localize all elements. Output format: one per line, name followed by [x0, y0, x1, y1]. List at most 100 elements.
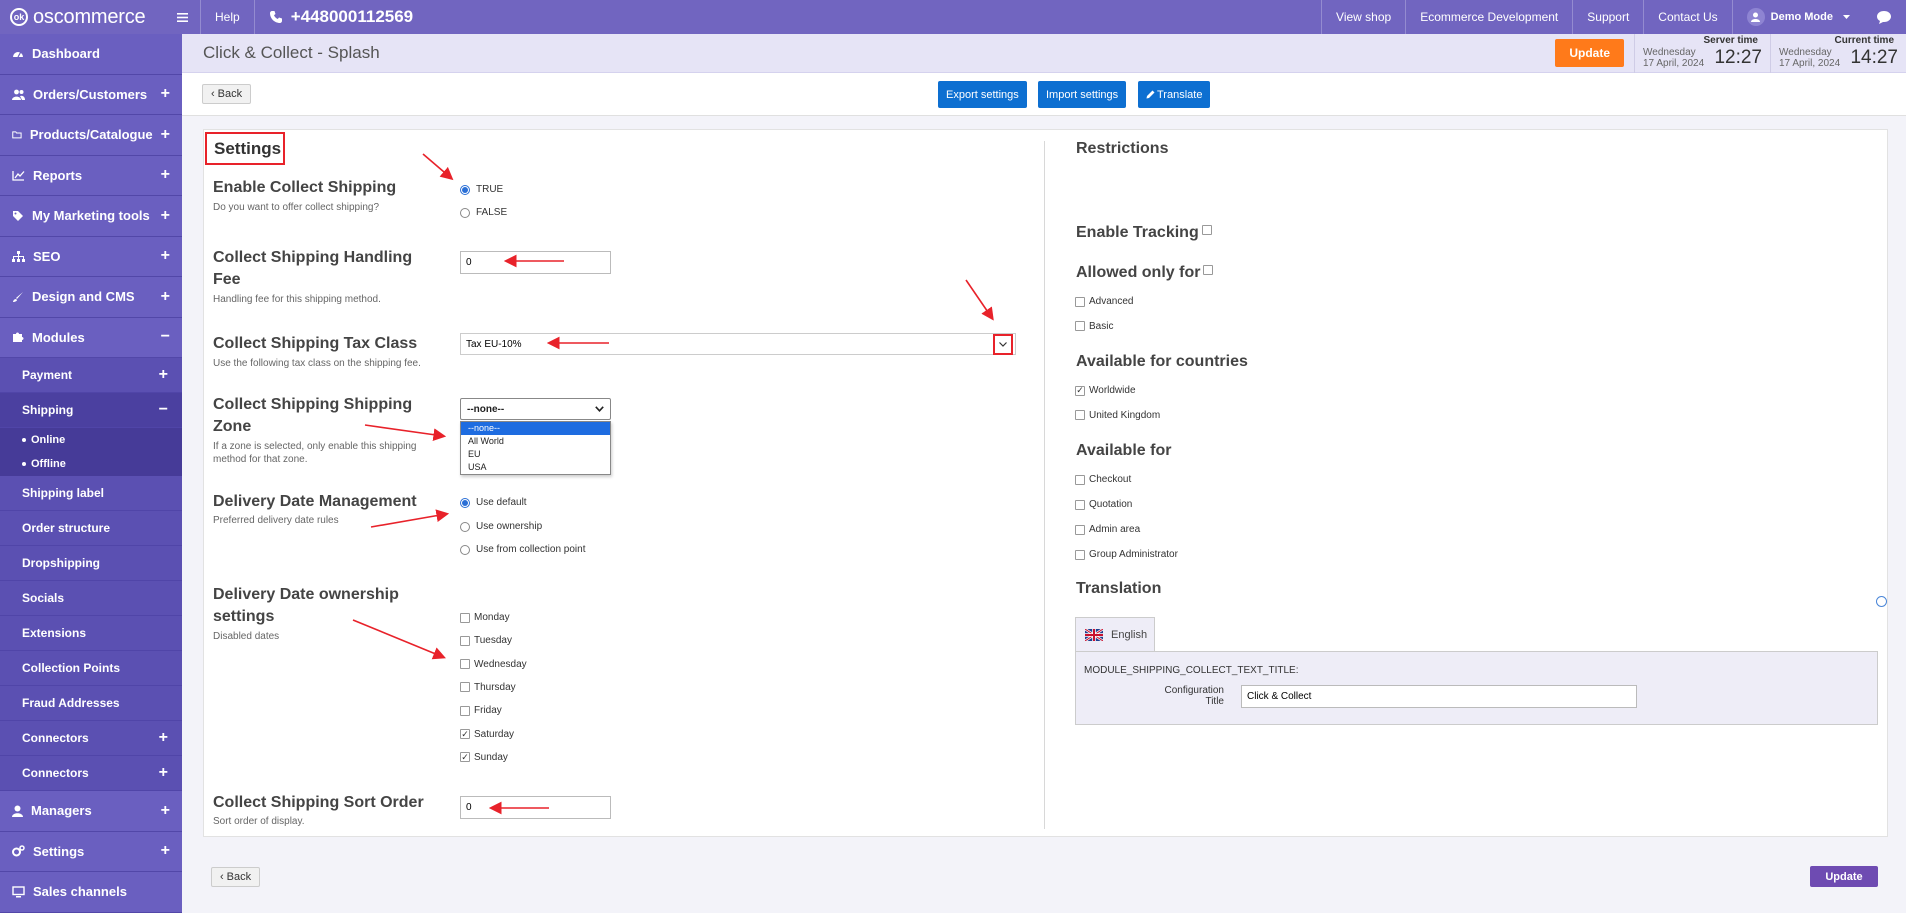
enable-true-option[interactable]: TRUE [460, 184, 503, 195]
update-button-top[interactable]: Update [1555, 39, 1624, 67]
checkbox-row-advanced[interactable]: Advanced [1075, 296, 1133, 307]
sidebar-item-modules[interactable]: Modules − [0, 317, 182, 358]
view-shop-link[interactable]: View shop [1321, 0, 1405, 34]
enable-tracking-label[interactable]: Enable Tracking [1076, 224, 1212, 242]
import-settings-button[interactable]: Import settings [1038, 81, 1127, 108]
expand-icon[interactable]: + [161, 842, 170, 860]
help-link[interactable]: Help [201, 0, 254, 34]
chat-icon[interactable] [1876, 10, 1892, 24]
sidebar-item-orders-customers[interactable]: Orders/Customers + [0, 74, 182, 115]
expand-icon[interactable]: + [161, 288, 170, 306]
worldwide-checkbox[interactable]: ✓ [1075, 385, 1085, 396]
zone-option-eu[interactable]: EU [461, 448, 610, 461]
sidebar-item-collection-points[interactable]: Collection Points [0, 651, 182, 686]
saturday-checkbox[interactable]: ✓ [460, 729, 470, 739]
tuesday-checkbox[interactable] [460, 635, 470, 646]
checkbox-row-group-administrator[interactable]: Group Administrator [1075, 549, 1178, 560]
radio-use-default[interactable] [460, 497, 470, 508]
thursday-checkbox[interactable] [460, 682, 470, 693]
ddm-ownership-option[interactable]: Use ownership [460, 521, 542, 532]
sidebar-item-settings[interactable]: Settings + [0, 831, 182, 872]
sidebar-item-extensions[interactable]: Extensions [0, 616, 182, 651]
expand-icon[interactable]: + [159, 366, 168, 384]
expand-icon[interactable]: + [159, 729, 168, 747]
sort-order-input[interactable]: 0 [460, 796, 611, 819]
checkbox-row-united-kingdom[interactable]: United Kingdom [1075, 410, 1160, 421]
advanced-checkbox[interactable] [1075, 296, 1085, 307]
expand-icon[interactable]: + [161, 247, 170, 265]
shipping-zone-select[interactable]: --none-- [460, 398, 611, 420]
zone-option-usa[interactable]: USA [461, 461, 610, 474]
checkbox-row-admin-area[interactable]: Admin area [1075, 524, 1140, 535]
checkout-checkbox[interactable] [1075, 474, 1085, 485]
checkbox-row-thursday[interactable]: Thursday [460, 682, 516, 693]
sidebar-item-fraud-addresses[interactable]: Fraud Addresses [0, 686, 182, 721]
sidebar-item-design-cms[interactable]: Design and CMS + [0, 277, 182, 318]
update-button-bottom[interactable]: Update [1810, 866, 1878, 887]
expand-icon[interactable]: + [161, 166, 170, 184]
checkbox-row-saturday[interactable]: ✓ Saturday [460, 729, 514, 740]
sidebar-item-socials[interactable]: Socials [0, 581, 182, 616]
allowed-only-for-checkbox[interactable] [1203, 265, 1214, 275]
sidebar-item-shipping[interactable]: Shipping − [0, 393, 182, 428]
ddm-default-option[interactable]: Use default [460, 497, 527, 508]
export-settings-button[interactable]: Export settings [938, 81, 1027, 108]
ecommerce-development-link[interactable]: Ecommerce Development [1405, 0, 1572, 34]
checkbox-row-tuesday[interactable]: Tuesday [460, 635, 512, 646]
enable-tracking-checkbox[interactable] [1201, 225, 1212, 235]
support-link[interactable]: Support [1572, 0, 1643, 34]
radio-false[interactable] [460, 207, 470, 218]
collapse-icon[interactable]: − [159, 401, 168, 419]
tax-class-select[interactable]: Tax EU-10% [460, 333, 1016, 355]
group-administrator-checkbox[interactable] [1075, 549, 1085, 560]
friday-checkbox[interactable] [460, 705, 470, 716]
sidebar-item-reports[interactable]: Reports + [0, 155, 182, 196]
expand-icon[interactable]: + [161, 207, 170, 225]
united-kingdom-checkbox[interactable] [1075, 410, 1085, 420]
back-button-top[interactable]: ‹ Back [202, 84, 252, 104]
sidebar-item-order-structure[interactable]: Order structure [0, 511, 182, 546]
contact-us-link[interactable]: Contact Us [1643, 0, 1731, 34]
allowed-only-for-label[interactable]: Allowed only for [1076, 264, 1214, 282]
sidebar-item-managers[interactable]: Managers + [0, 791, 182, 832]
checkbox-row-worldwide[interactable]: ✓ Worldwide [1075, 385, 1136, 396]
expand-icon[interactable]: + [159, 764, 168, 782]
expand-icon[interactable]: + [161, 126, 170, 144]
tab-english[interactable]: English [1075, 617, 1155, 651]
sidebar-item-offline[interactable]: Offline [0, 452, 182, 476]
radio-use-collection-point[interactable] [460, 544, 470, 555]
sidebar-item-sales-channels[interactable]: Sales channels [0, 872, 182, 913]
phone-number[interactable]: +448000112569 [255, 7, 413, 27]
basic-checkbox[interactable] [1075, 321, 1085, 331]
wednesday-checkbox[interactable] [460, 659, 470, 670]
sidebar-item-connectors-2[interactable]: Connectors + [0, 756, 182, 791]
monday-checkbox[interactable] [460, 612, 470, 623]
sidebar-item-online[interactable]: Online [0, 428, 182, 452]
sidebar-item-products-catalogue[interactable]: Products/Catalogue + [0, 115, 182, 156]
expand-icon[interactable]: + [161, 85, 170, 103]
checkbox-row-checkout[interactable]: Checkout [1075, 474, 1131, 485]
tax-class-dropdown-toggle[interactable] [993, 334, 1013, 355]
radio-true[interactable] [460, 184, 470, 195]
handling-fee-input[interactable]: 0 [460, 251, 611, 274]
logo[interactable]: ok oscommerce [0, 0, 182, 34]
sidebar-item-dashboard[interactable]: Dashboard [0, 34, 182, 75]
sidebar-item-marketing-tools[interactable]: My Marketing tools + [0, 196, 182, 237]
expand-icon[interactable]: + [161, 802, 170, 820]
checkbox-row-quotation[interactable]: Quotation [1075, 499, 1132, 510]
sidebar-item-payment[interactable]: Payment + [0, 358, 182, 393]
zone-option-none[interactable]: --none-- [461, 422, 610, 435]
admin-area-checkbox[interactable] [1075, 524, 1085, 535]
enable-false-option[interactable]: FALSE [460, 207, 507, 218]
sunday-checkbox[interactable]: ✓ [460, 752, 470, 763]
back-button-bottom[interactable]: ‹ Back [211, 867, 261, 887]
collapse-icon[interactable]: − [161, 328, 170, 346]
sidebar-item-connectors[interactable]: Connectors + [0, 721, 182, 756]
zone-option-all-world[interactable]: All World [461, 435, 610, 448]
checkbox-row-wednesday[interactable]: Wednesday [460, 659, 527, 670]
ddm-collection-point-option[interactable]: Use from collection point [460, 544, 586, 555]
translate-button[interactable]: Translate [1138, 81, 1211, 108]
user-menu[interactable]: Demo Mode [1731, 0, 1906, 34]
checkbox-row-sunday[interactable]: ✓ Sunday [460, 752, 508, 763]
sidebar-item-shipping-label[interactable]: Shipping label [0, 476, 182, 511]
